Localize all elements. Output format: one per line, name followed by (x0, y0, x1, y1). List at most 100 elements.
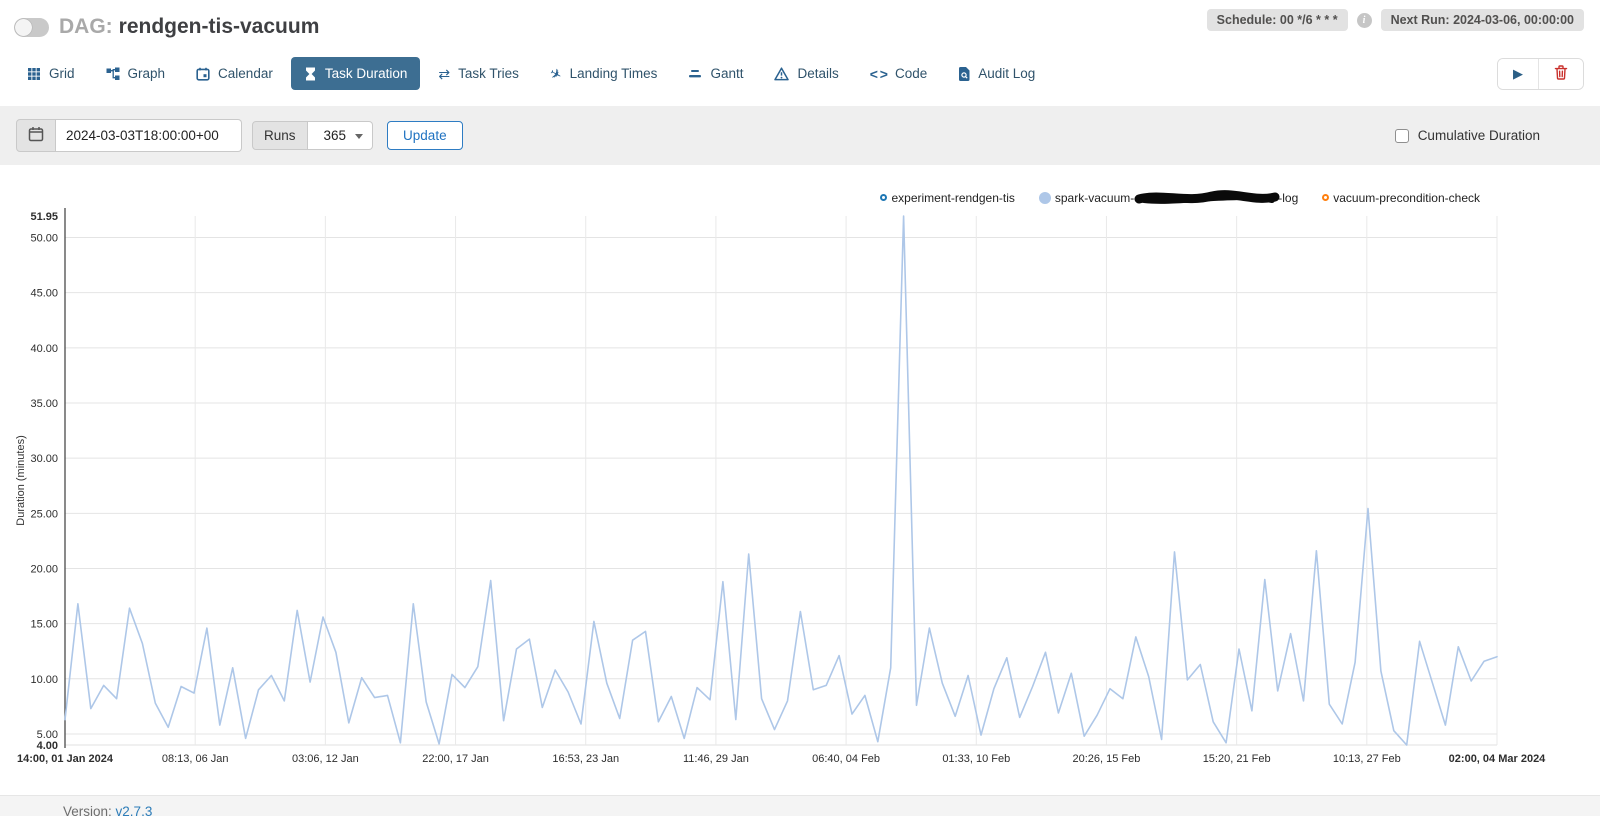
svg-text:16:53, 23 Jan: 16:53, 23 Jan (552, 753, 619, 765)
dag-title-group: DAG: rendgen-tis-vacuum (14, 15, 319, 39)
grid-icon (27, 67, 41, 81)
cumulative-duration-checkbox[interactable] (1395, 129, 1409, 143)
tab-label: Grid (49, 66, 75, 81)
tab-label: Details (797, 66, 838, 81)
header-badges: Schedule: 00 */6 * * * i Next Run: 2024-… (1207, 9, 1584, 31)
svg-text:01:33, 10 Feb: 01:33, 10 Feb (942, 753, 1010, 765)
svg-text:02:00, 04 Mar 2024: 02:00, 04 Mar 2024 (1449, 753, 1547, 765)
version-label: Version: (63, 804, 112, 816)
svg-text:10.00: 10.00 (30, 674, 58, 686)
audit-log-icon (958, 67, 970, 81)
svg-text:03:06, 12 Jan: 03:06, 12 Jan (292, 753, 359, 765)
update-button[interactable]: Update (387, 121, 463, 150)
redaction-scribble (1134, 190, 1280, 209)
svg-text:25.00: 25.00 (30, 508, 58, 520)
svg-text:08:13, 06 Jan: 08:13, 06 Jan (162, 753, 229, 765)
runs-select[interactable]: 365 (308, 121, 374, 150)
code-icon: < > (870, 67, 887, 81)
info-icon[interactable]: i (1357, 13, 1372, 28)
tab-calendar[interactable]: Calendar (183, 57, 286, 90)
plane-landing-icon: ✈ (547, 65, 564, 83)
cumulative-duration-control: Cumulative Duration (1395, 128, 1540, 143)
delete-dag-button[interactable] (1538, 59, 1583, 89)
svg-text:06:40, 04 Feb: 06:40, 04 Feb (812, 753, 880, 765)
version-link[interactable]: v2.7.3 (116, 804, 153, 816)
warning-triangle-icon (774, 67, 789, 81)
svg-text:Duration (minutes): Duration (minutes) (15, 435, 27, 525)
dag-pause-toggle[interactable] (14, 18, 49, 37)
calendar-addon (16, 119, 56, 152)
graph-icon (106, 67, 120, 81)
trash-icon (1554, 65, 1568, 83)
tab-label: Task Tries (458, 66, 519, 81)
tab-gantt[interactable]: Gantt (675, 57, 756, 90)
schedule-badge: Schedule: 00 */6 * * * (1207, 9, 1348, 31)
chevron-down-icon (355, 134, 363, 139)
task-duration-chart: experiment-rendgen-tis spark-vacuum--log… (0, 181, 1600, 771)
date-input-group (16, 119, 242, 152)
tab-label: Landing Times (570, 66, 658, 81)
svg-text:10:13, 27 Feb: 10:13, 27 Feb (1333, 753, 1401, 765)
tab-label: Task Duration (325, 66, 408, 81)
footer: Version: v2.7.3 (0, 795, 1600, 816)
legend-item-spark-vacuum-log[interactable]: spark-vacuum--log (1039, 190, 1298, 205)
svg-text:20.00: 20.00 (30, 563, 58, 575)
svg-text:40.00: 40.00 (30, 343, 58, 355)
tab-landing-times[interactable]: ✈ Landing Times (537, 57, 671, 90)
legend-label: experiment-rendgen-tis (891, 191, 1014, 205)
svg-text:30.00: 30.00 (30, 453, 58, 465)
svg-text:50.00: 50.00 (30, 233, 58, 245)
tab-label: Graph (128, 66, 166, 81)
dag-actions: ▶ (1497, 58, 1584, 90)
toggle-knob (15, 19, 32, 36)
trigger-dag-button[interactable]: ▶ (1498, 59, 1538, 89)
svg-text:11:46, 29 Jan: 11:46, 29 Jan (683, 753, 749, 765)
series-ring-marker (880, 194, 887, 201)
tab-details[interactable]: Details (761, 57, 851, 90)
tab-task-duration[interactable]: Task Duration (291, 57, 421, 90)
legend-label-prefix: spark-vacuum- (1055, 191, 1134, 205)
next-run-badge: Next Run: 2024-03-06, 00:00:00 (1381, 9, 1584, 31)
tab-grid[interactable]: Grid (14, 57, 88, 90)
series-dot-marker (1039, 192, 1051, 204)
svg-text:20:26, 15 Feb: 20:26, 15 Feb (1073, 753, 1141, 765)
airflow-dag-page: DAG: rendgen-tis-vacuum Schedule: 00 */6 … (0, 0, 1600, 816)
svg-text:4.00: 4.00 (37, 740, 58, 752)
legend-item-vacuum-precondition-check[interactable]: vacuum-precondition-check (1322, 191, 1480, 205)
hourglass-icon (304, 67, 317, 81)
dag-name: rendgen-tis-vacuum (119, 15, 320, 38)
chart-legend: experiment-rendgen-tis spark-vacuum--log… (880, 190, 1480, 205)
svg-text:51.95: 51.95 (30, 211, 58, 223)
cumulative-duration-label: Cumulative Duration (1418, 128, 1540, 143)
duration-line-chart: 51.9550.0045.0040.0035.0030.0025.0020.00… (10, 181, 1550, 771)
play-icon: ▶ (1513, 66, 1523, 82)
tab-label: Audit Log (978, 66, 1035, 81)
base-date-input[interactable] (56, 119, 242, 152)
svg-text:45.00: 45.00 (30, 288, 58, 300)
tab-graph[interactable]: Graph (93, 57, 179, 90)
svg-text:15.00: 15.00 (30, 619, 58, 631)
gantt-icon (688, 67, 702, 81)
tab-code[interactable]: < > Code (857, 57, 941, 90)
retry-icon: ⇄ (438, 67, 450, 81)
calendar-small-icon (28, 126, 44, 145)
tabs: Grid Graph Calendar Task Duration (14, 57, 1048, 90)
tab-task-tries[interactable]: ⇄ Task Tries (425, 57, 532, 90)
svg-text:22:00, 17 Jan: 22:00, 17 Jan (422, 753, 489, 765)
series-ring-marker (1322, 194, 1329, 201)
tab-label: Calendar (218, 66, 273, 81)
svg-text:15:20, 21 Feb: 15:20, 21 Feb (1203, 753, 1271, 765)
calendar-icon (196, 67, 210, 81)
tab-label: Gantt (710, 66, 743, 81)
header: DAG: rendgen-tis-vacuum Schedule: 00 */6 … (0, 0, 1600, 39)
filter-bar: Runs 365 Update Cumulative Duration (0, 106, 1600, 165)
tab-audit-log[interactable]: Audit Log (945, 57, 1048, 90)
tab-bar: Grid Graph Calendar Task Duration (0, 39, 1600, 90)
legend-item-experiment-rendgen-tis[interactable]: experiment-rendgen-tis (880, 191, 1014, 205)
runs-label: Runs (252, 121, 308, 150)
runs-group: Runs 365 (252, 121, 373, 150)
runs-value: 365 (324, 128, 347, 143)
tab-label: Code (895, 66, 927, 81)
dag-prefix-label: DAG: (59, 15, 113, 38)
svg-text:14:00, 01 Jan 2024: 14:00, 01 Jan 2024 (17, 753, 114, 765)
